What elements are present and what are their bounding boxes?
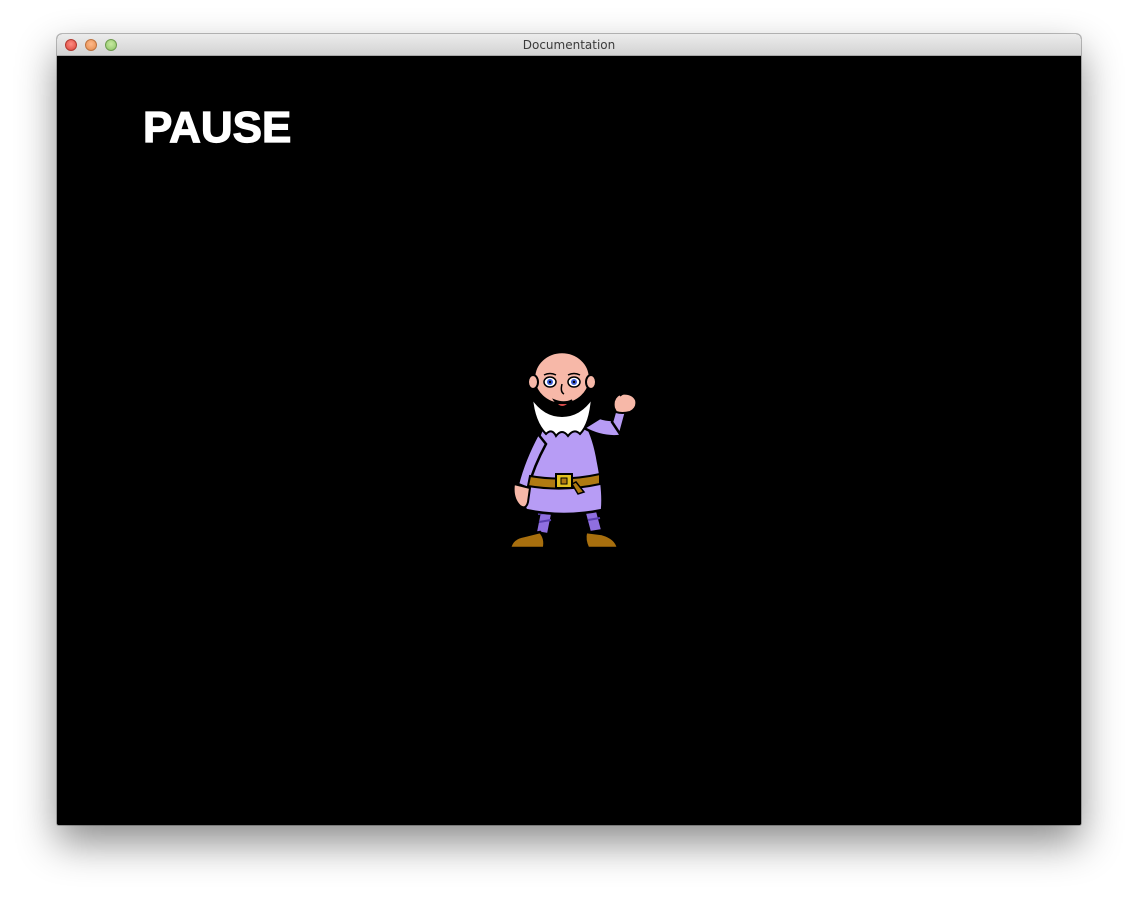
character-head — [532, 350, 592, 406]
title-bar[interactable]: Documentation — [57, 34, 1081, 56]
pause-status-text: PAUSE — [142, 102, 292, 152]
app-window: Documentation PAUSE — [57, 34, 1081, 825]
dwarf-character-sprite — [508, 350, 638, 554]
character-boots — [508, 530, 620, 554]
window-title: Documentation — [522, 38, 616, 52]
game-canvas[interactable]: PAUSE — [57, 56, 1081, 825]
